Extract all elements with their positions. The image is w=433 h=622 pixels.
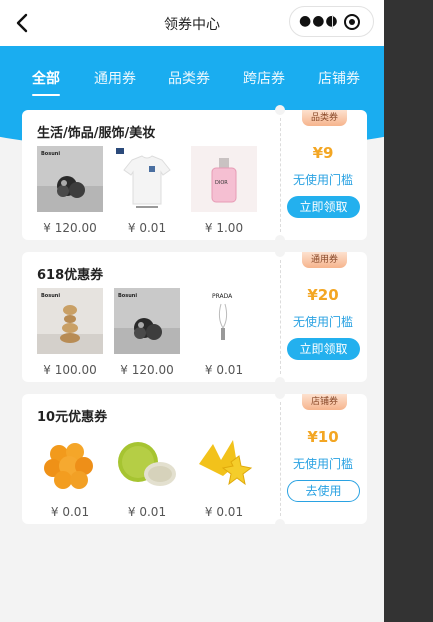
mini-program-capsule: ●●● xyxy=(289,6,374,37)
capsule-divider xyxy=(332,15,333,29)
coupon-amount: ¥9 xyxy=(312,144,334,162)
coupon-type-badge: 品类券 xyxy=(302,110,347,126)
card-notch xyxy=(275,377,285,387)
product-brand-label: DIOR xyxy=(215,180,228,186)
top-nav-bar: 领券中心 ●●● xyxy=(0,0,384,46)
product-image xyxy=(114,430,180,496)
product-image xyxy=(37,430,103,496)
use-button[interactable]: 去使用 xyxy=(287,480,360,502)
tab-store[interactable]: 店铺券 xyxy=(318,68,360,88)
tab-cross-store[interactable]: 跨店券 xyxy=(243,68,285,88)
coupon-name: 10元优惠券 xyxy=(37,410,108,425)
product-price: ¥ 0.01 xyxy=(204,363,244,377)
tab-general[interactable]: 通用券 xyxy=(94,68,136,88)
coupon-name: 618优惠券 xyxy=(37,268,104,283)
product-brand-label: Bosuni xyxy=(118,293,137,299)
coupon-card: 10元优惠券 ¥ 0.01 ¥ 0.01 ¥ 0.01 店铺券 ¥10 无使用门… xyxy=(22,389,367,529)
product-brand-label: Bosuni xyxy=(41,293,60,299)
card-divider xyxy=(280,402,281,516)
coupon-amount: ¥10 xyxy=(307,428,339,446)
card-notch xyxy=(275,389,285,399)
tab-all[interactable]: 全部 xyxy=(32,68,60,96)
product-image: PRADA xyxy=(191,288,257,354)
card-notch xyxy=(275,105,285,115)
product-image: Bosuni xyxy=(37,146,103,212)
tab-category[interactable]: 品类券 xyxy=(168,68,210,88)
coupon-type-badge: 通用券 xyxy=(302,252,347,268)
coupon-card: 618优惠券 Bosuni ¥ 100.00 Bosuni ¥ 120.00 P… xyxy=(22,247,367,387)
product-price: ¥ 120.00 xyxy=(120,363,174,377)
product-price: ¥ 0.01 xyxy=(127,221,167,235)
product-price: ¥ 0.01 xyxy=(127,505,167,519)
coupon-name: 生活/饰品/服饰/美妆 xyxy=(37,126,156,141)
card-notch xyxy=(275,235,285,245)
coupon-card: 生活/饰品/服饰/美妆 Bosuni ¥ 120.00 ¥ 0.01 DIOR … xyxy=(22,105,367,245)
coupon-condition: 无使用门槛 xyxy=(292,173,353,187)
card-notch xyxy=(275,247,285,257)
claim-button[interactable]: 立即领取 xyxy=(287,196,360,218)
product-price: ¥ 0.01 xyxy=(50,505,90,519)
product-price: ¥ 100.00 xyxy=(43,363,97,377)
coupon-tabs: 全部 通用券 品类券 跨店券 店铺券 xyxy=(0,58,384,96)
phone-screen: 领券中心 ●●● 全部 通用券 品类券 跨店券 店铺券 生活/饰品/服饰/美妆 … xyxy=(0,0,384,622)
coupon-amount: ¥20 xyxy=(307,286,339,304)
card-notch xyxy=(275,519,285,529)
coupon-condition: 无使用门槛 xyxy=(292,315,353,329)
close-target-icon[interactable] xyxy=(344,14,360,30)
card-divider xyxy=(280,118,281,232)
product-brand-label: PRADA xyxy=(212,293,233,300)
claim-button[interactable]: 立即领取 xyxy=(287,338,360,360)
product-image: Bosuni xyxy=(37,288,103,354)
coupon-type-badge: 店铺券 xyxy=(302,394,347,410)
side-backdrop xyxy=(384,0,433,622)
card-divider xyxy=(280,260,281,374)
product-image: Bosuni xyxy=(114,288,180,354)
product-image xyxy=(191,430,257,496)
product-price: ¥ 1.00 xyxy=(204,221,244,235)
product-brand-label: Bosuni xyxy=(41,151,60,157)
coupon-condition: 无使用门槛 xyxy=(292,457,353,471)
product-image xyxy=(114,146,180,212)
product-price: ¥ 0.01 xyxy=(204,505,244,519)
product-image: DIOR xyxy=(191,146,257,212)
product-price: ¥ 120.00 xyxy=(43,221,97,235)
